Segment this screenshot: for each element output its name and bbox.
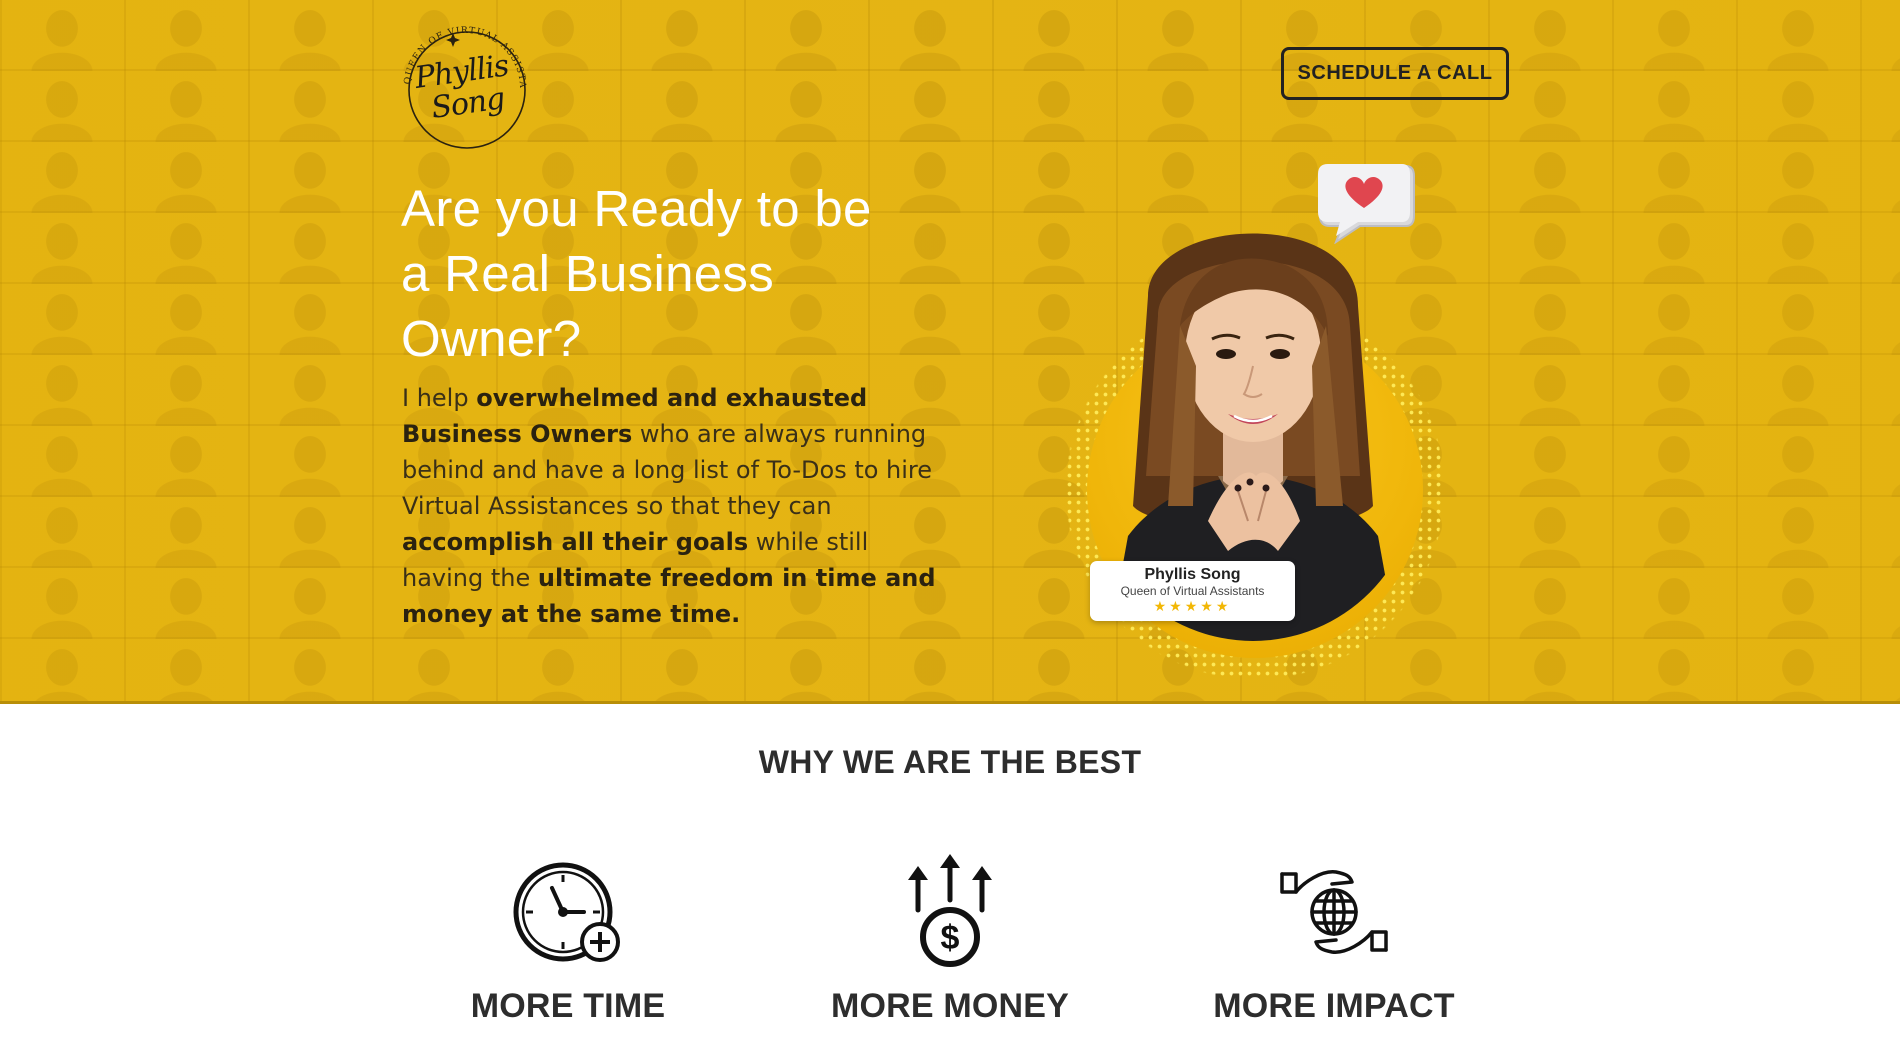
hero-section: QUEEN OF VIRTUAL ASSISTANTS Phyllis Song… [0,0,1900,704]
logo-wordmark: Phyllis Song [413,48,521,126]
profile-card-name: Phyllis Song [1144,566,1241,583]
feature-more-money: $ MORE MONEY [790,852,1110,1026]
headline-line-1: Are you Ready to be [401,180,872,237]
feature-title: MORE MONEY [830,987,1070,1025]
feature-title: MORE TIME [470,987,666,1025]
hands-globe-icon [1274,852,1394,972]
why-section-title: WHY WE ARE THE BEST [758,744,1142,780]
profile-name-card: Phyllis Song Queen of Virtual Assistants… [1090,561,1295,621]
feature-title: MORE IMPACT [1213,987,1455,1025]
page: QUEEN OF VIRTUAL ASSISTANTS Phyllis Song… [0,0,1900,1039]
clock-plus-icon [508,852,628,972]
brand-logo[interactable]: QUEEN OF VIRTUAL ASSISTANTS Phyllis Song [395,18,535,158]
heart-reaction-icon [1316,160,1418,244]
intro-text-1: I help [402,384,477,412]
money-growth-icon: $ [890,852,1010,972]
feature-more-time: MORE TIME [408,852,728,1026]
headline-line-3: Owner? [401,310,582,367]
feature-more-impact: MORE IMPACT [1174,852,1494,1026]
hero-intro-paragraph: I help overwhelmed and exhausted Busines… [402,380,942,632]
rating-stars-icon: ★★★★★ [1153,599,1232,615]
headline-line-2: a Real Business [401,245,775,302]
svg-text:$: $ [941,919,960,957]
hero-headline: Are you Ready to be a Real Business Owne… [401,176,961,371]
profile-card-title: Queen of Virtual Assistants [1120,584,1265,598]
intro-bold-2: accomplish all their goals [402,528,749,556]
schedule-call-button[interactable]: SCHEDULE A CALL [1281,47,1509,100]
